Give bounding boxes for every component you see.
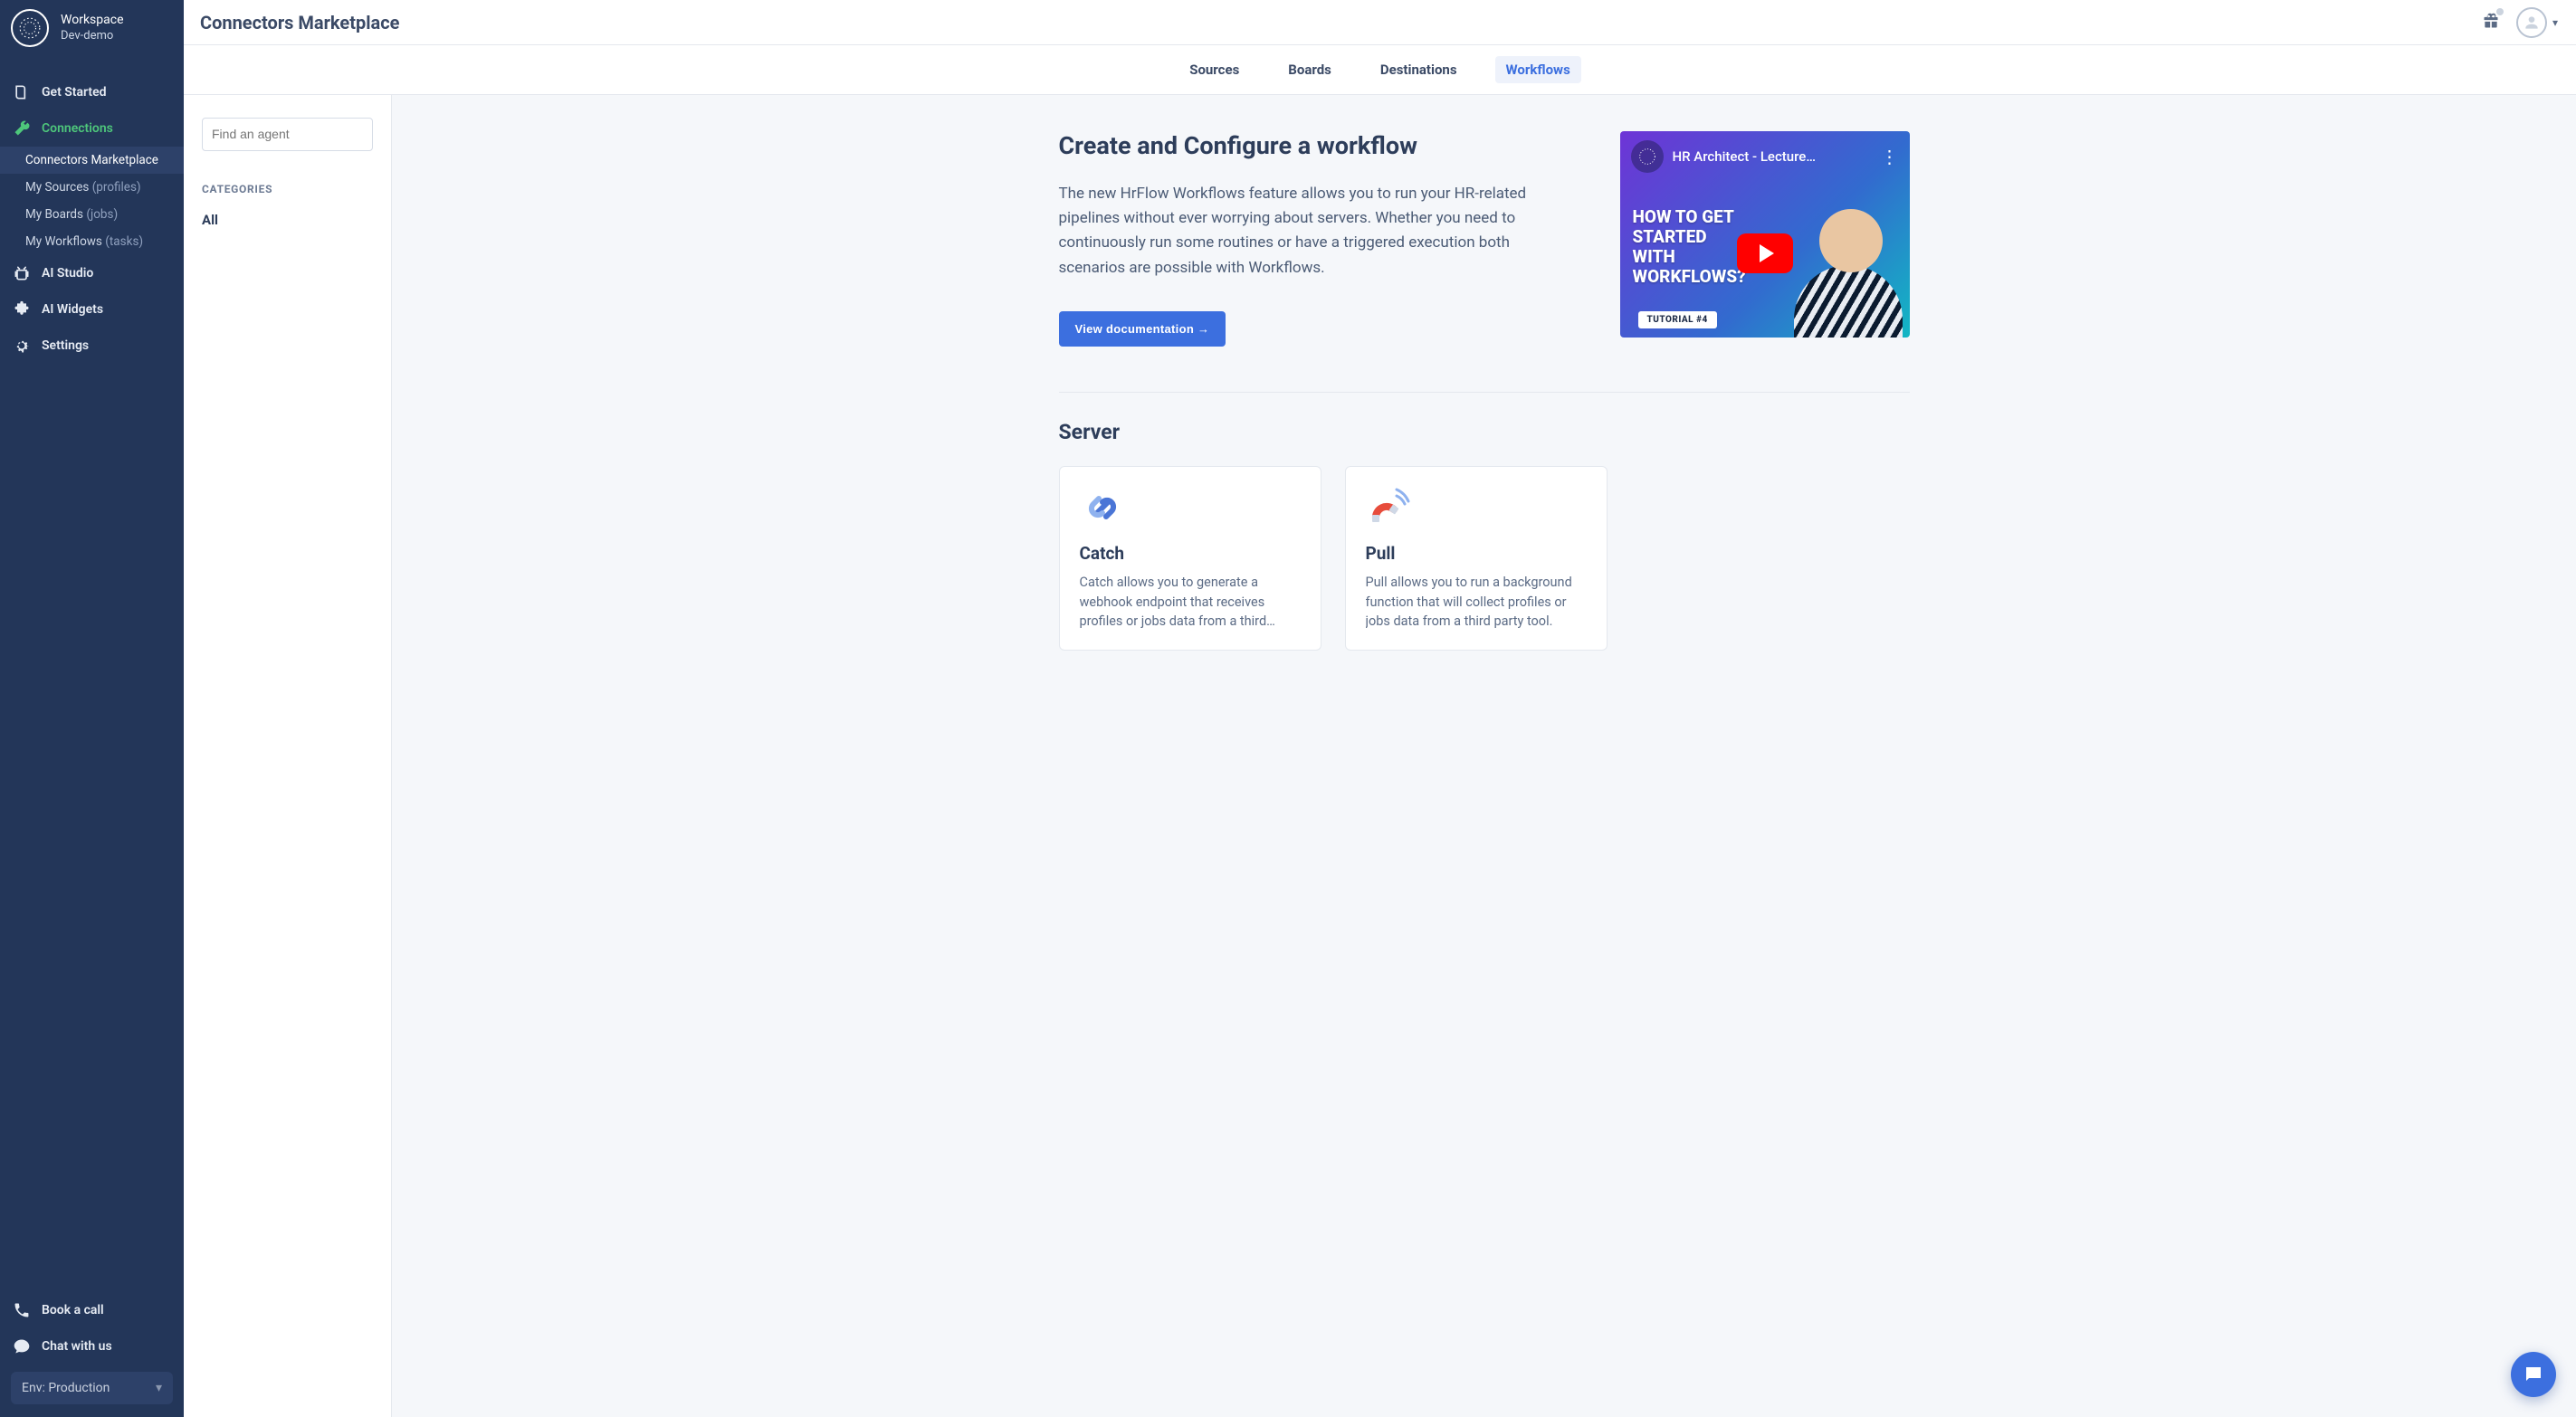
sidebar-item-my-sources[interactable]: My Sources (profiles) (0, 174, 184, 201)
categories-heading: CATEGORIES (202, 183, 373, 195)
sidebar-item-my-boards[interactable]: My Boards (jobs) (0, 201, 184, 228)
section-divider (1059, 392, 1910, 393)
environment-label: Env: Production (22, 1381, 110, 1395)
sidebar: Workspace Dev-demo Get Started Connectio… (0, 0, 184, 1417)
wrench-icon (13, 119, 31, 138)
notification-dot (2496, 8, 2504, 15)
chevron-down-icon: ▾ (156, 1381, 162, 1395)
card-title: Pull (1366, 543, 1587, 564)
page-title: Connectors Marketplace (200, 12, 399, 33)
whats-new-button[interactable] (2482, 12, 2500, 33)
book-icon (13, 83, 31, 101)
book-a-call-link[interactable]: Book a call (0, 1292, 184, 1328)
tab-workflows[interactable]: Workflows (1495, 56, 1581, 83)
environment-selector[interactable]: Env: Production ▾ (11, 1372, 173, 1404)
sidebar-item-ai-widgets[interactable]: AI Widgets (0, 291, 184, 328)
sidebar-item-connections[interactable]: Connections (0, 110, 184, 147)
workspace-name: Dev-demo (61, 29, 124, 44)
sidebar-nav: Get Started Connections Connectors Marke… (0, 74, 184, 364)
button-label: View documentation → (1075, 322, 1210, 336)
main: Connectors Marketplace ▾ Sources Boards … (184, 0, 2576, 1417)
user-icon (2523, 14, 2541, 32)
sidebar-item-label: AI Studio (42, 266, 93, 281)
tab-sources[interactable]: Sources (1178, 56, 1250, 83)
workspace-label: Workspace (61, 12, 124, 28)
video-title: HR Architect - Lecture… (1673, 148, 1872, 165)
tutorial-badge: TUTORIAL #4 (1638, 311, 1717, 328)
card-desc: Pull allows you to run a background func… (1366, 573, 1587, 632)
workflow-card-catch[interactable]: Catch Catch allows you to generate a web… (1059, 466, 1321, 651)
magnet-icon (1366, 485, 1411, 530)
workflow-card-pull[interactable]: Pull Pull allows you to run a background… (1345, 466, 1608, 651)
chat-icon (13, 1337, 31, 1355)
tab-boards[interactable]: Boards (1277, 56, 1342, 83)
chat-bubble-icon (2523, 1364, 2544, 1385)
phone-icon (13, 1301, 31, 1319)
topbar: Connectors Marketplace ▾ (184, 0, 2576, 45)
category-all[interactable]: All (202, 212, 373, 228)
sidebar-item-get-started[interactable]: Get Started (0, 74, 184, 110)
intro-heading: Create and Configure a workflow (1059, 131, 1584, 160)
workspace-switcher[interactable]: Workspace Dev-demo (0, 0, 184, 56)
puzzle-icon (13, 300, 31, 319)
content: Create and Configure a workflow The new … (392, 95, 2576, 1417)
card-title: Catch (1080, 543, 1301, 564)
section-title: Server (1059, 420, 1910, 444)
connections-subnav: Connectors Marketplace My Sources (profi… (0, 147, 184, 255)
server-section: Server Catch Catch allows you to generat… (1059, 420, 1910, 651)
android-icon (13, 264, 31, 282)
workspace-logo (11, 9, 49, 47)
sidebar-item-label: Get Started (42, 85, 107, 100)
sidebar-item-connectors-marketplace[interactable]: Connectors Marketplace (0, 147, 184, 174)
chevron-down-icon[interactable]: ▾ (2552, 16, 2558, 29)
video-overlay-text: HOW TO GET STARTED WITH WORKFLOWS? (1633, 207, 1746, 286)
content-row: CATEGORIES All Create and Configure a wo… (184, 95, 2576, 1417)
bottom-link-label: Chat with us (42, 1339, 112, 1354)
link-icon (1080, 485, 1125, 530)
support-chat-fab[interactable] (2511, 1352, 2556, 1397)
video-channel-logo (1631, 140, 1664, 173)
card-desc: Catch allows you to generate a webhook e… (1080, 573, 1301, 632)
kebab-icon[interactable]: ⋮ (1881, 147, 1899, 166)
sidebar-item-ai-studio[interactable]: AI Studio (0, 255, 184, 291)
search-input[interactable] (212, 127, 363, 141)
view-documentation-button[interactable]: View documentation → (1059, 311, 1226, 347)
intro-video[interactable]: HR Architect - Lecture… ⋮ HOW TO GET STA… (1620, 131, 1910, 338)
search-input-wrap[interactable] (202, 118, 373, 151)
gear-icon (13, 337, 31, 355)
tab-destinations[interactable]: Destinations (1369, 56, 1468, 83)
chat-with-us-link[interactable]: Chat with us (0, 1328, 184, 1365)
sidebar-item-my-workflows[interactable]: My Workflows (tasks) (0, 228, 184, 255)
marketplace-tabs: Sources Boards Destinations Workflows (184, 45, 2576, 95)
intro-body: The new HrFlow Workflows feature allows … (1059, 182, 1548, 281)
sidebar-item-settings[interactable]: Settings (0, 328, 184, 364)
user-avatar[interactable] (2516, 7, 2547, 38)
play-button[interactable] (1737, 233, 1793, 273)
sidebar-item-label: Settings (42, 338, 89, 353)
filter-pane: CATEGORIES All (184, 95, 392, 1417)
sidebar-item-label: AI Widgets (42, 302, 103, 317)
bottom-link-label: Book a call (42, 1303, 104, 1317)
sidebar-item-label: Connections (42, 121, 113, 136)
video-presenter-illustration (1794, 202, 1903, 338)
